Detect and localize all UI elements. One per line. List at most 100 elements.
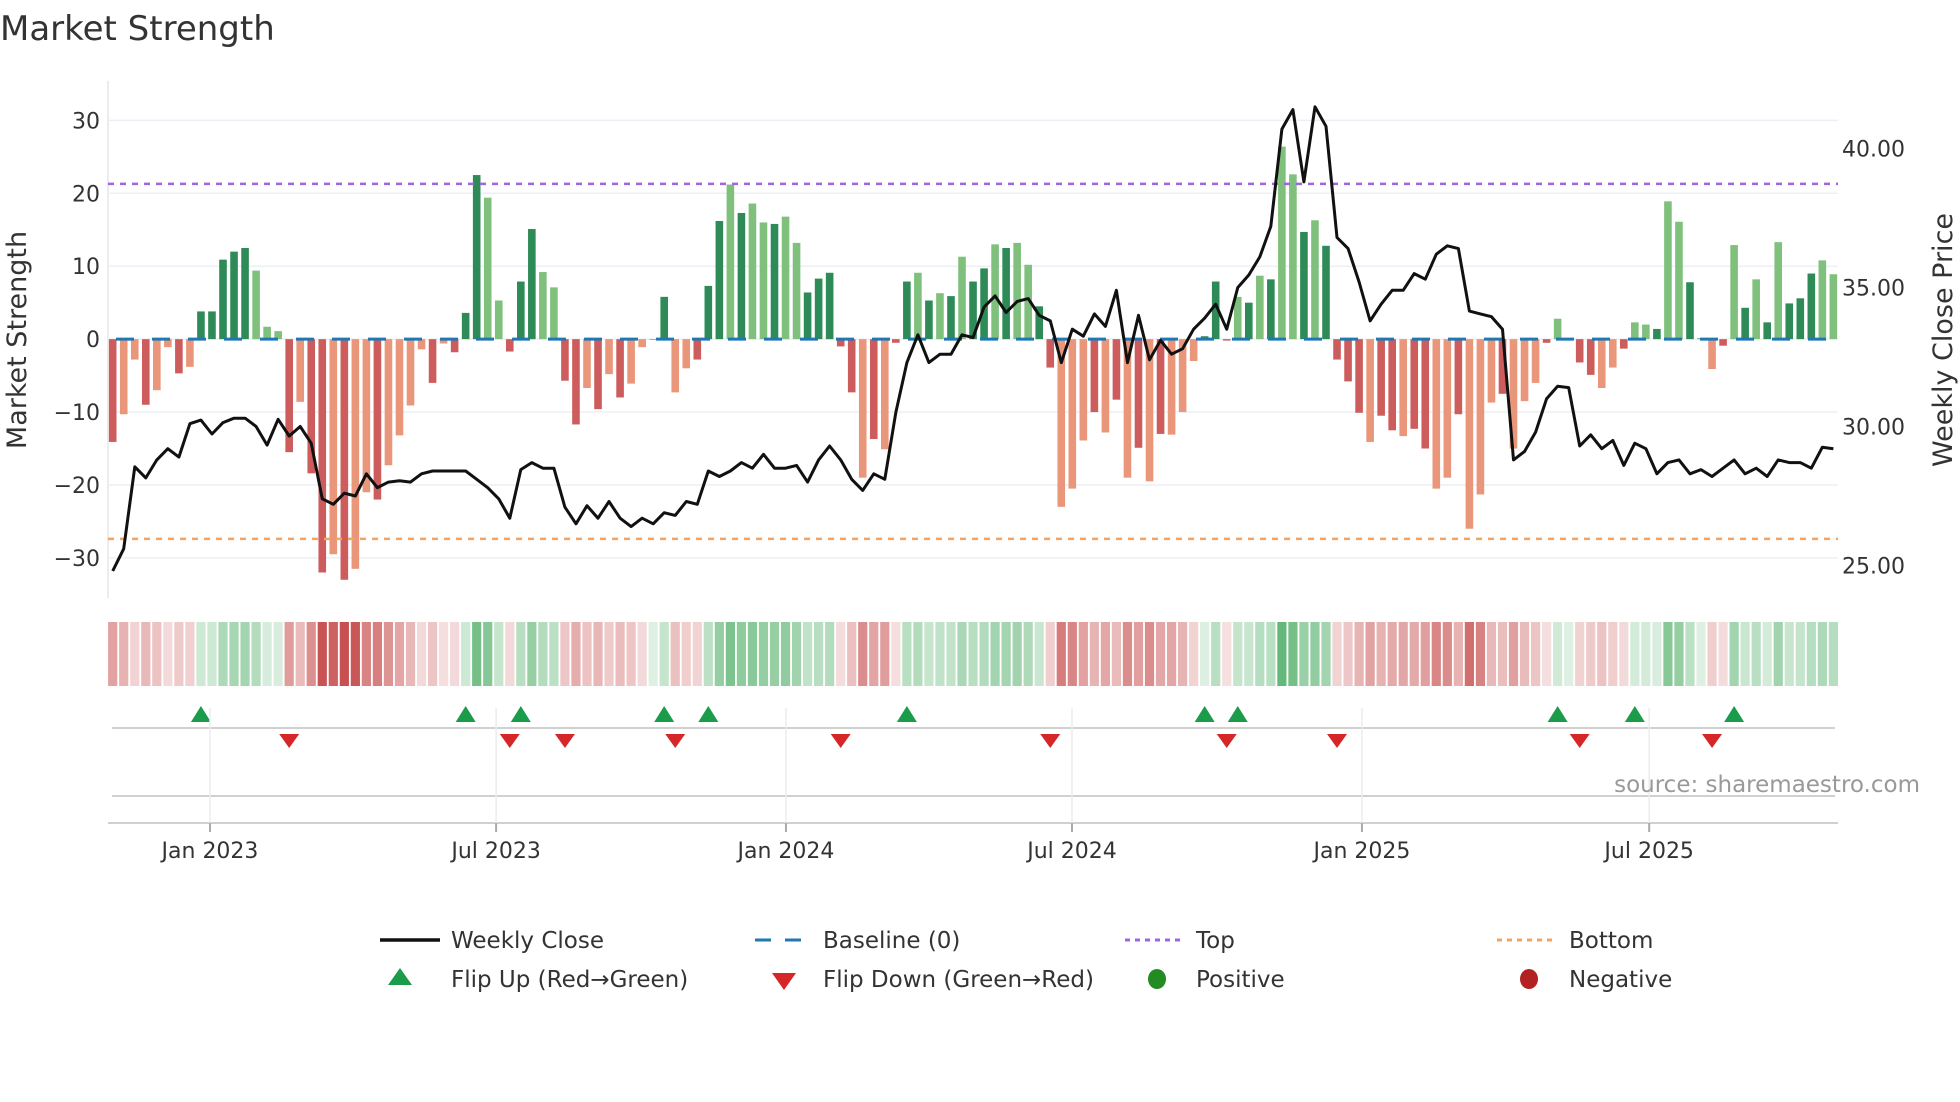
strip-cell xyxy=(571,622,581,686)
strength-bar xyxy=(1531,339,1540,383)
strength-bar xyxy=(947,296,955,340)
strip-cell xyxy=(339,622,349,686)
strip-cell xyxy=(229,622,239,686)
date-axis: Jan 2023 Jul 2023 Jan 2024 Jul 2024 Jan 2025… xyxy=(108,708,1838,864)
strip-cell xyxy=(858,622,868,686)
strip-cell xyxy=(780,622,791,686)
strip-cell xyxy=(1806,622,1816,686)
strip-cell xyxy=(935,622,945,686)
strength-bars xyxy=(108,146,1838,580)
strength-bar xyxy=(1013,242,1021,340)
strip-cell xyxy=(306,622,316,686)
strength-bar xyxy=(329,339,338,555)
strength-bar xyxy=(1090,339,1099,413)
strength-bar xyxy=(318,339,327,573)
strength-bar xyxy=(219,259,227,340)
strip-cell xyxy=(1111,622,1122,686)
strength-bar xyxy=(417,339,426,350)
strength-bar xyxy=(1774,242,1783,340)
strength-bar xyxy=(847,339,856,393)
strip-cell xyxy=(273,622,283,686)
strength-bar xyxy=(781,216,790,340)
y-tick-label: 30 xyxy=(72,109,100,134)
strip-cell xyxy=(1586,622,1596,686)
right-y-tick-label: 40.00 xyxy=(1842,138,1905,163)
strip-cell xyxy=(1365,622,1375,686)
strength-bar xyxy=(1818,260,1827,340)
strip-cell xyxy=(108,622,118,686)
flip-up-icon xyxy=(388,968,412,985)
strength-bar xyxy=(1597,339,1606,388)
strip-cell xyxy=(1619,622,1629,686)
strip-cell xyxy=(152,622,162,686)
strength-bar xyxy=(208,311,216,340)
strip-cell xyxy=(174,622,184,686)
strip-cell xyxy=(1277,622,1287,686)
flip-up-marker xyxy=(1227,706,1248,722)
strength-bar xyxy=(1366,339,1374,442)
strip-cell xyxy=(1828,622,1838,686)
date-tick-label: Jan 2023 xyxy=(160,839,259,864)
strip-cell xyxy=(1310,622,1320,686)
strength-bar xyxy=(197,311,205,340)
strength-bar xyxy=(1222,339,1231,341)
strip-cell xyxy=(439,622,449,686)
source-label: source: sharemaestro.com xyxy=(1614,772,1920,798)
strength-bar xyxy=(715,221,724,340)
flip-up-marker xyxy=(1724,706,1745,722)
strength-bar xyxy=(693,339,702,360)
strength-bar xyxy=(1278,146,1286,340)
strength-bar xyxy=(1410,339,1419,429)
strip-cell xyxy=(1564,622,1574,686)
strip-cell xyxy=(461,622,471,686)
date-tick-label: Jul 2023 xyxy=(449,839,541,864)
strip-cell xyxy=(1597,622,1607,686)
flip-down-marker xyxy=(830,734,851,748)
strip-cell xyxy=(869,622,879,686)
date-tick-label: Jan 2025 xyxy=(1312,839,1411,864)
strength-bar xyxy=(825,272,834,340)
strip-cell xyxy=(1166,622,1177,686)
strip-cell xyxy=(416,622,427,686)
strip-cell xyxy=(593,622,603,686)
strength-bar xyxy=(892,339,900,343)
strip-cell xyxy=(1751,622,1761,686)
strength-bar xyxy=(1333,339,1341,360)
strength-bar xyxy=(1244,302,1253,340)
strip-cell xyxy=(1663,622,1673,686)
strength-bar xyxy=(858,339,867,478)
strength-bar xyxy=(1068,339,1077,489)
strength-bar xyxy=(550,287,558,340)
strip-cell xyxy=(119,622,129,686)
strength-bar xyxy=(517,281,525,340)
strip-cell xyxy=(505,622,515,686)
strength-bar xyxy=(616,339,624,398)
right-axis-title: Weekly Close Price xyxy=(1928,213,1959,467)
strength-bar xyxy=(1079,339,1088,441)
strength-bar xyxy=(1156,339,1165,434)
strip-cell xyxy=(1608,622,1618,686)
strip-cell xyxy=(1233,622,1243,686)
strength-bar xyxy=(1785,303,1794,340)
strength-bar xyxy=(803,292,812,340)
strip-cell xyxy=(968,622,978,686)
flip-up-marker xyxy=(1547,706,1568,722)
strength-bar xyxy=(1355,339,1363,413)
strength-bar xyxy=(1664,201,1672,340)
flip-down-marker xyxy=(279,734,300,748)
legend-flip-up: Flip Up (Red→Green) xyxy=(451,967,688,993)
flip-down-marker xyxy=(1216,734,1237,748)
strip-cell xyxy=(1762,622,1772,686)
strip-cell xyxy=(1398,622,1408,686)
strip-cell xyxy=(1718,622,1728,686)
strip-cell xyxy=(163,622,173,686)
strength-bar xyxy=(263,326,271,340)
flip-down-marker xyxy=(1569,734,1590,748)
strength-heat-strip xyxy=(108,622,1838,686)
strip-cell xyxy=(1740,622,1750,686)
flip-down-marker xyxy=(554,734,575,748)
strip-cell xyxy=(527,622,537,686)
strength-bar xyxy=(1741,307,1749,340)
strip-cell xyxy=(1354,622,1364,686)
strength-bar xyxy=(1487,339,1496,403)
